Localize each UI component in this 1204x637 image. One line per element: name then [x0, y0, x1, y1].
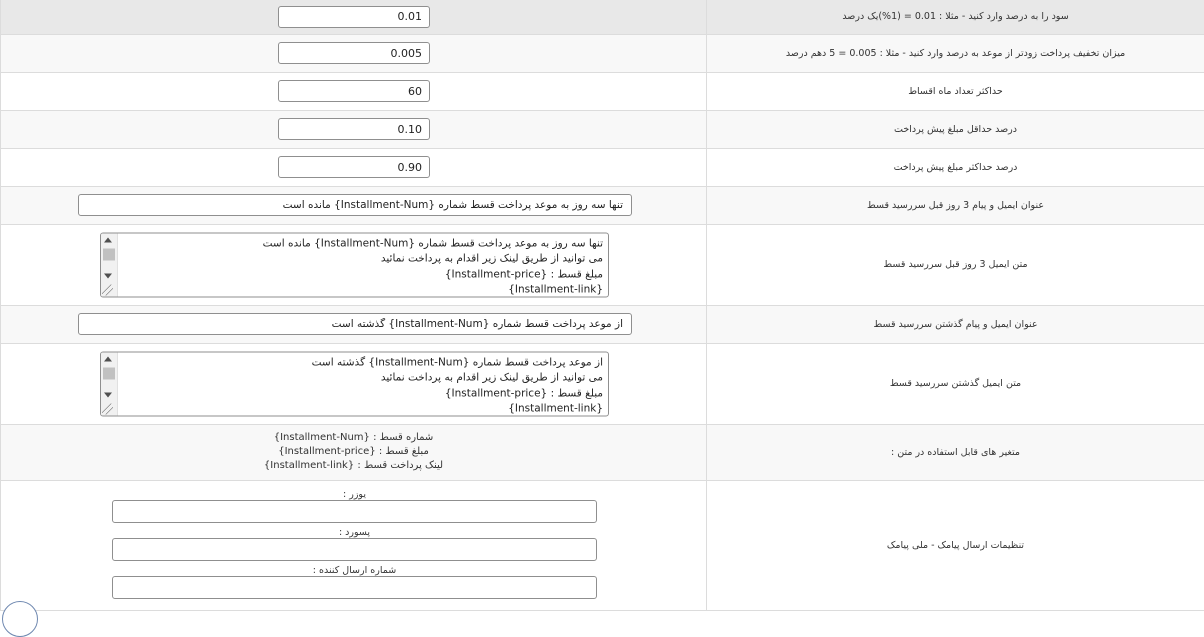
sms-user-input[interactable]	[112, 500, 597, 523]
profit-percent-label: سود را به درصد وارد کنید - مثلا : 0.01 =…	[707, 0, 1204, 34]
sms-sender-label: شماره ارسال کننده :	[112, 565, 597, 576]
overdue-body-textarea[interactable]: از موعد پرداخت قسط شماره {Installment-Nu…	[100, 351, 609, 416]
early-discount-input[interactable]	[278, 42, 430, 64]
min-prepay-input[interactable]	[278, 118, 430, 140]
floating-circle-button[interactable]	[2, 601, 38, 637]
setting-row-min-prepay: درصد حداقل مبلغ پیش پرداخت	[1, 110, 1204, 148]
variable-item: مبلغ قسط : {Installment-price}	[1, 445, 706, 459]
scroll-thumb[interactable]	[103, 248, 115, 260]
setting-row-reminder-title: عنوان ایمیل و پیام 3 روز قبل سررسید قسط	[1, 186, 1204, 224]
scroll-down-arrow-icon[interactable]	[104, 392, 112, 397]
scroll-up-arrow-icon[interactable]	[104, 237, 112, 242]
sms-password-label: پسورد :	[112, 527, 597, 538]
setting-row-reminder-body: تنها سه روز به موعد پرداخت قسط شماره {In…	[1, 224, 1204, 305]
setting-row-max-months: حداکثر تعداد ماه اقساط	[1, 72, 1204, 110]
variables-list: شماره قسط : {Installment-Num} مبلغ قسط :…	[1, 426, 706, 478]
overdue-title-input[interactable]	[78, 313, 632, 335]
max-months-input[interactable]	[278, 80, 430, 102]
setting-row-sms: یوزر : پسورد : شماره ارسال کننده : تنظیم…	[1, 480, 1204, 610]
sms-settings-block: یوزر : پسورد : شماره ارسال کننده :	[1, 481, 706, 609]
settings-table: سود را به درصد وارد کنید - مثلا : 0.01 =…	[0, 0, 1204, 611]
scroll-up-arrow-icon[interactable]	[104, 356, 112, 361]
early-discount-label: میزان تخفیف پرداخت زودتر از موعد به درصد…	[707, 34, 1204, 72]
profit-percent-input[interactable]	[278, 6, 430, 28]
overdue-body-text: از موعد پرداخت قسط شماره {Installment-Nu…	[121, 355, 603, 416]
overdue-title-label: عنوان ایمیل و پیام گذشتن سررسید قسط	[707, 305, 1204, 343]
sms-settings-label: تنظیمات ارسال پیامک - ملی پیامک	[707, 480, 1204, 610]
reminder-title-input[interactable]	[78, 194, 632, 216]
sms-sender-input[interactable]	[112, 576, 597, 599]
setting-row-variables: شماره قسط : {Installment-Num} مبلغ قسط :…	[1, 424, 1204, 480]
reminder-body-label: متن ایمیل 3 روز قبل سررسید قسط	[707, 224, 1204, 305]
reminder-body-text: تنها سه روز به موعد پرداخت قسط شماره {In…	[121, 236, 603, 297]
setting-row-profit: سود را به درصد وارد کنید - مثلا : 0.01 =…	[1, 0, 1204, 34]
setting-row-early-discount: میزان تخفیف پرداخت زودتر از موعد به درصد…	[1, 34, 1204, 72]
setting-row-max-prepay: درصد حداکثر مبلغ پیش پرداخت	[1, 148, 1204, 186]
min-prepay-label: درصد حداقل مبلغ پیش پرداخت	[707, 110, 1204, 148]
max-prepay-input[interactable]	[278, 156, 430, 178]
setting-row-overdue-body: از موعد پرداخت قسط شماره {Installment-Nu…	[1, 343, 1204, 424]
variable-item: شماره قسط : {Installment-Num}	[1, 431, 706, 445]
overdue-body-label: متن ایمیل گذشتن سررسید قسط	[707, 343, 1204, 424]
sms-user-label: یوزر :	[112, 489, 597, 500]
scroll-down-arrow-icon[interactable]	[104, 273, 112, 278]
variables-label: متغیر های قابل استفاده در متن :	[707, 424, 1204, 480]
setting-row-overdue-title: عنوان ایمیل و پیام گذشتن سررسید قسط	[1, 305, 1204, 343]
resize-grip-icon[interactable]	[102, 403, 113, 414]
reminder-body-textarea[interactable]: تنها سه روز به موعد پرداخت قسط شماره {In…	[100, 232, 609, 297]
resize-grip-icon[interactable]	[102, 284, 113, 295]
sms-password-input[interactable]	[112, 538, 597, 561]
max-months-label: حداکثر تعداد ماه اقساط	[707, 72, 1204, 110]
reminder-title-label: عنوان ایمیل و پیام 3 روز قبل سررسید قسط	[707, 186, 1204, 224]
max-prepay-label: درصد حداکثر مبلغ پیش پرداخت	[707, 148, 1204, 186]
variable-item: لینک پرداخت قسط : {Installment-link}	[1, 459, 706, 473]
scroll-thumb[interactable]	[103, 367, 115, 379]
